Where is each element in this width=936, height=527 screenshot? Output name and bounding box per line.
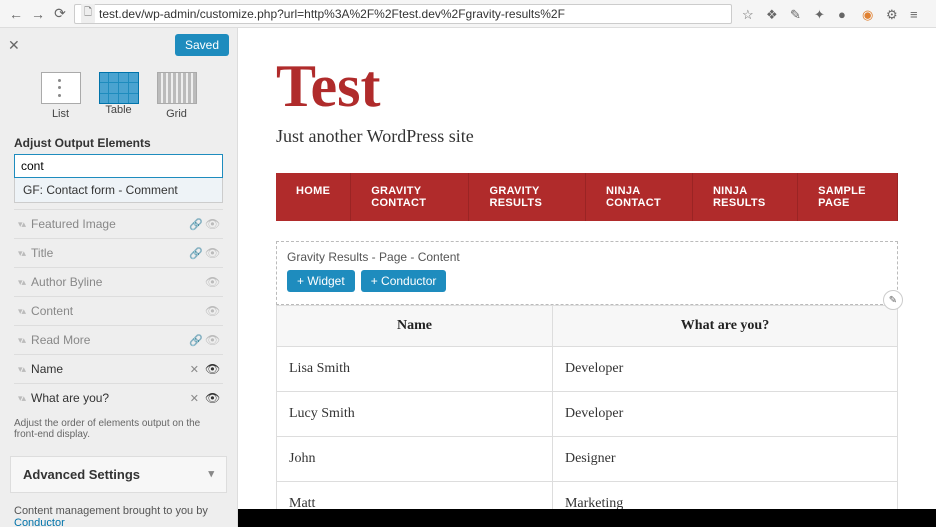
drag-handle-icon[interactable]: ▾▴ (18, 306, 25, 317)
display-table-label: Table (99, 104, 139, 116)
eye-icon[interactable]: 👁 (205, 333, 219, 347)
nav-home[interactable]: HOME (276, 173, 351, 221)
bottom-bar (238, 509, 936, 527)
preview-pane: Test Just another WordPress site HOME GR… (238, 28, 936, 527)
display-table-option[interactable]: Table (99, 72, 139, 120)
eye-icon[interactable]: 👁 (205, 217, 219, 231)
eye-icon[interactable]: 👁 (205, 391, 219, 405)
add-conductor-button[interactable]: + Conductor (361, 270, 447, 292)
remove-icon[interactable]: ✕ (190, 363, 199, 376)
eye-icon[interactable]: 👁 (205, 246, 219, 260)
drag-handle-icon[interactable]: ▾▴ (18, 393, 25, 404)
fire-icon[interactable]: ◉ (862, 7, 876, 21)
remove-icon[interactable]: ✕ (190, 392, 199, 405)
widget-area[interactable]: Gravity Results - Page - Content + Widge… (276, 241, 898, 305)
browser-toolbar: ← → ⟳ 🗋 test.dev/wp-admin/customize.php?… (0, 0, 936, 28)
element-read-more[interactable]: ▾▴Read More🔗👁 (14, 325, 223, 354)
display-grid-label: Grid (157, 108, 197, 120)
element-content[interactable]: ▾▴Content👁 (14, 296, 223, 325)
element-what-are-you[interactable]: ▾▴What are you?✕👁 (14, 383, 223, 412)
display-list-label: List (41, 108, 81, 120)
eyedropper-icon[interactable]: ✎ (790, 7, 804, 21)
eye-icon[interactable]: 👁 (205, 275, 219, 289)
table-row: Lisa SmithDeveloper (277, 347, 898, 392)
edit-pencil-icon[interactable]: ✎ (883, 290, 903, 310)
eye-icon[interactable]: 👁 (205, 304, 219, 318)
link-icon[interactable]: 🔗 (189, 247, 201, 260)
advanced-settings-toggle[interactable]: Advanced Settings ▾ (10, 456, 227, 493)
star-icon[interactable]: ☆ (742, 7, 756, 21)
drag-handle-icon[interactable]: ▾▴ (18, 277, 25, 288)
display-grid-option[interactable]: Grid (157, 72, 197, 120)
adjust-output-label: Adjust Output Elements (0, 128, 237, 154)
link-icon[interactable]: 🔗 (189, 218, 201, 231)
nav-ninja-contact[interactable]: NINJA CONTACT (586, 173, 693, 221)
display-type-selector: List Table Grid (0, 62, 237, 128)
page-icon: 🗋 (81, 4, 95, 23)
element-filter-input[interactable] (14, 154, 223, 178)
element-name[interactable]: ▾▴Name✕👁 (14, 354, 223, 383)
drag-handle-icon[interactable]: ▾▴ (18, 219, 25, 230)
primary-nav: HOME GRAVITY CONTACT GRAVITY RESULTS NIN… (276, 173, 898, 221)
saved-button[interactable]: Saved (175, 34, 229, 56)
menu-icon[interactable]: ≡ (910, 7, 924, 21)
reload-button[interactable]: ⟳ (52, 6, 68, 22)
output-elements-list: ▾▴Featured Image🔗👁 ▾▴Title🔗👁 ▾▴Author By… (14, 209, 223, 412)
gear-icon[interactable]: ⚙ (886, 7, 900, 21)
url-text: test.dev/wp-admin/customize.php?url=http… (99, 7, 565, 21)
results-table: Name What are you? Lisa SmithDeveloper L… (276, 305, 898, 527)
autocomplete-suggestion[interactable]: GF: Contact form - Comment (14, 178, 223, 203)
table-icon (99, 72, 139, 104)
widget-path: Gravity Results - Page - Content (287, 250, 887, 264)
site-title[interactable]: Test (276, 56, 898, 116)
conductor-link[interactable]: Conductor (14, 517, 65, 527)
eye-icon[interactable]: 👁 (205, 362, 219, 376)
tag-icon[interactable]: ● (838, 7, 852, 21)
element-author-byline[interactable]: ▾▴Author Byline👁 (14, 267, 223, 296)
chevron-down-icon: ▾ (208, 467, 214, 482)
evernote-icon[interactable]: ✦ (814, 7, 828, 21)
url-bar[interactable]: 🗋 test.dev/wp-admin/customize.php?url=ht… (74, 4, 732, 24)
drag-handle-icon[interactable]: ▾▴ (18, 364, 25, 375)
forward-button[interactable]: → (30, 6, 46, 22)
drag-handle-icon[interactable]: ▾▴ (18, 335, 25, 346)
add-widget-button[interactable]: + Widget (287, 270, 355, 292)
nav-gravity-results[interactable]: GRAVITY RESULTS (469, 173, 586, 221)
stack-icon[interactable]: ❖ (766, 7, 780, 21)
back-button[interactable]: ← (8, 6, 24, 22)
element-featured-image[interactable]: ▾▴Featured Image🔗👁 (14, 209, 223, 238)
display-list-option[interactable]: List (41, 72, 81, 120)
list-icon (41, 72, 81, 104)
nav-sample-page[interactable]: SAMPLE PAGE (798, 173, 898, 221)
grid-icon (157, 72, 197, 104)
table-row: JohnDesigner (277, 437, 898, 482)
drag-handle-icon[interactable]: ▾▴ (18, 248, 25, 259)
site-tagline: Just another WordPress site (276, 126, 898, 147)
table-row: Lucy SmithDeveloper (277, 392, 898, 437)
nav-gravity-contact[interactable]: GRAVITY CONTACT (351, 173, 469, 221)
footer-credit: Content management brought to you by Con… (0, 493, 237, 527)
col-what: What are you? (552, 306, 897, 347)
customizer-sidebar: ✕ Saved List Table Grid Adjust (0, 28, 238, 527)
helper-text: Adjust the order of elements output on t… (0, 412, 237, 450)
close-customizer-button[interactable]: ✕ (8, 37, 20, 54)
element-title[interactable]: ▾▴Title🔗👁 (14, 238, 223, 267)
link-icon[interactable]: 🔗 (189, 334, 201, 347)
nav-ninja-results[interactable]: NINJA RESULTS (693, 173, 798, 221)
col-name: Name (277, 306, 553, 347)
